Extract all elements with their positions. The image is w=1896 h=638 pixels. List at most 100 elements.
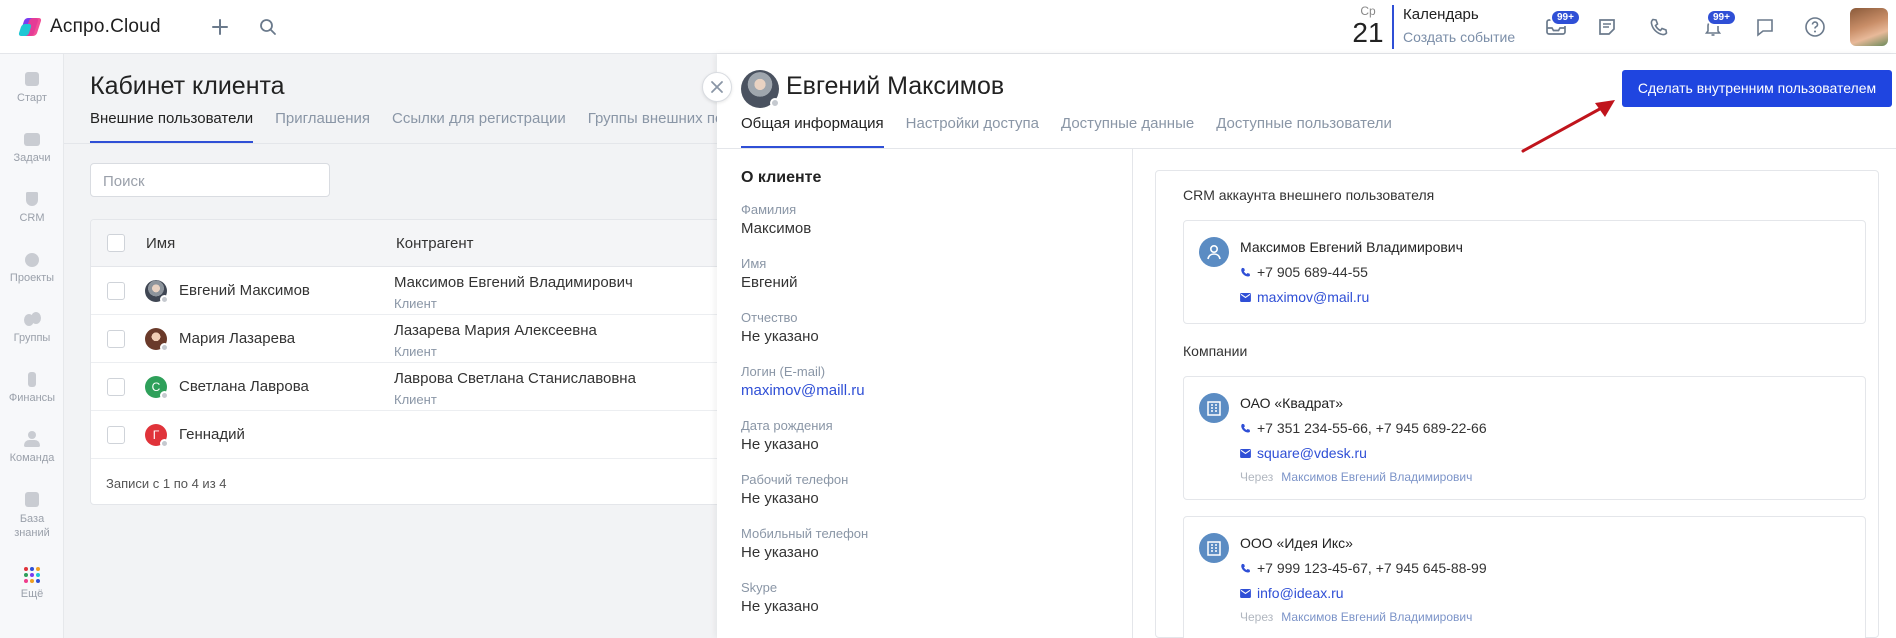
row-user-name[interactable]: Светлана Лаврова	[179, 378, 309, 395]
row-counterparty[interactable]: Лазарева Мария Алексеевна	[394, 322, 597, 339]
tab-external-groups[interactable]: Группы внешних по	[588, 110, 724, 143]
row-counterparty[interactable]: Максимов Евгений Владимирович	[394, 274, 633, 291]
via-label: Через	[1240, 470, 1274, 484]
phone-icon	[1650, 18, 1668, 36]
phone-icon	[1241, 563, 1250, 572]
login-email-link[interactable]: maximov@maill.ru	[741, 382, 865, 399]
building-icon	[1199, 393, 1229, 423]
sidebar-item-crm[interactable]: CRM	[0, 190, 64, 224]
row-checkbox[interactable]	[107, 378, 125, 396]
date-day: 21	[1352, 17, 1384, 48]
chat-button[interactable]	[1752, 15, 1778, 39]
row-user-name[interactable]: Евгений Максимов	[179, 282, 310, 299]
tab-access-settings[interactable]: Настройки доступа	[906, 115, 1039, 148]
company-phone[interactable]: +7 999 123-45-67, +7 945 645-88-99	[1240, 560, 1487, 576]
avatar: Г	[145, 424, 169, 448]
company-email[interactable]: square@vdesk.ru	[1240, 445, 1367, 461]
top-bar: Аспро.Cloud Ср 21 Календарь Создать собы…	[0, 0, 1896, 54]
app-logo[interactable]: Аспро.Cloud	[18, 15, 161, 39]
tab-general-info[interactable]: Общая информация	[741, 115, 884, 148]
field-label: Рабочий телефон	[741, 472, 849, 487]
select-all-checkbox[interactable]	[107, 234, 125, 252]
sidebar-item-label: Задачи	[13, 152, 51, 164]
create-event-link[interactable]: Создать событие	[1403, 29, 1515, 45]
avatar: С	[145, 376, 169, 400]
contact-phone-value: +7 905 689-44-55	[1257, 264, 1368, 280]
search-button[interactable]	[256, 15, 280, 39]
company-name[interactable]: ОАО «Квадрат»	[1240, 395, 1343, 411]
via-contact-link[interactable]: Максимов Евгений Владимирович	[1281, 610, 1472, 624]
phone-button[interactable]	[1646, 15, 1672, 39]
contact-email-value: maximov@mail.ru	[1257, 289, 1370, 305]
sidebar-item-label: Проекты	[9, 272, 55, 284]
sidebar-item-start[interactable]: Старт	[0, 70, 64, 104]
avatar	[145, 280, 169, 304]
row-role: Клиент	[394, 296, 437, 311]
company-email[interactable]: info@ideax.ru	[1240, 585, 1344, 601]
date-widget[interactable]: Ср 21	[1348, 4, 1388, 48]
column-divider	[1132, 148, 1133, 638]
row-checkbox[interactable]	[107, 282, 125, 300]
sidebar-item-team[interactable]: Команда	[0, 430, 64, 464]
contact-name[interactable]: Максимов Евгений Владимирович	[1240, 239, 1463, 255]
notes-icon	[1599, 19, 1615, 35]
close-panel-button[interactable]	[702, 72, 732, 102]
knowledge-icon	[22, 490, 42, 508]
sidebar-item-tasks[interactable]: Задачи	[0, 130, 64, 164]
plus-icon	[212, 19, 228, 35]
page-tabs: Внешние пользователи Приглашения Ссылки …	[90, 110, 723, 144]
calendar-link[interactable]: Календарь	[1403, 6, 1479, 23]
row-checkbox[interactable]	[107, 330, 125, 348]
field-value: Не указано	[741, 490, 819, 507]
table-row[interactable]: Г Геннадий	[91, 411, 729, 459]
mail-icon	[1240, 292, 1251, 302]
sidebar-item-knowledge[interactable]: База знаний	[0, 490, 64, 540]
mail-icon	[1240, 448, 1251, 458]
table-row[interactable]: Мария Лазарева Лазарева Мария Алексеевна…	[91, 315, 729, 363]
row-user-name[interactable]: Геннадий	[179, 426, 245, 443]
table-footer: Записи с 1 по 4 из 4	[106, 476, 227, 491]
tab-external-users[interactable]: Внешние пользователи	[90, 110, 254, 143]
make-internal-user-button[interactable]: Сделать внутренним пользователем	[1622, 70, 1892, 107]
field-label: Skype	[741, 580, 778, 595]
logo-mark-icon	[18, 15, 42, 39]
company-phone[interactable]: +7 351 234-55-66, +7 945 689-22-66	[1240, 420, 1487, 436]
contact-email[interactable]: maximov@mail.ru	[1240, 289, 1369, 305]
sidebar-item-label: Ещё	[20, 588, 44, 600]
help-icon	[1805, 17, 1825, 37]
annotation-arrow-icon	[1521, 100, 1615, 153]
date-weekday: Ср	[1360, 4, 1376, 18]
notifications-badge: 99+	[1706, 9, 1737, 26]
search-input[interactable]: Поиск	[90, 163, 330, 197]
table-row[interactable]: Евгений Максимов Максимов Евгений Владим…	[91, 267, 729, 315]
person-icon	[1199, 237, 1229, 267]
user-avatar[interactable]	[1850, 8, 1888, 46]
tab-invitations[interactable]: Приглашения	[275, 110, 370, 143]
company-name[interactable]: ООО «Идея Икс»	[1240, 535, 1353, 551]
contact-phone[interactable]: +7 905 689-44-55	[1240, 264, 1368, 280]
via-contact-link[interactable]: Максимов Евгений Владимирович	[1281, 470, 1472, 484]
row-checkbox[interactable]	[107, 426, 125, 444]
help-button[interactable]	[1802, 15, 1828, 39]
table-row[interactable]: С Светлана Лаврова Лаврова Светлана Стан…	[91, 363, 729, 411]
home-icon	[22, 70, 42, 88]
field-label: Дата рождения	[741, 418, 833, 433]
notes-button[interactable]	[1594, 15, 1620, 39]
companies-title: Компании	[1183, 343, 1248, 359]
column-counterparty[interactable]: Контрагент	[396, 235, 474, 252]
sidebar-item-groups[interactable]: Группы	[0, 310, 64, 344]
tab-available-data[interactable]: Доступные данные	[1061, 115, 1194, 148]
row-counterparty[interactable]: Лаврова Светлана Станиславовна	[394, 370, 636, 387]
sidebar-item-projects[interactable]: Проекты	[0, 250, 64, 284]
sidebar-item-more[interactable]: Ещё	[0, 566, 64, 600]
company-card: ОАО «Квадрат» +7 351 234-55-66, +7 945 6…	[1183, 376, 1866, 500]
tab-registration-links[interactable]: Ссылки для регистрации	[392, 110, 566, 143]
column-name[interactable]: Имя	[146, 235, 175, 252]
sidebar-item-finance[interactable]: Финансы	[0, 370, 64, 404]
row-user-name[interactable]: Мария Лазарева	[179, 330, 295, 347]
field-label: Логин (E-mail)	[741, 364, 826, 379]
tab-available-users[interactable]: Доступные пользователи	[1216, 115, 1392, 148]
add-button[interactable]	[208, 15, 232, 39]
team-icon	[22, 430, 42, 448]
field-value: Максимов	[741, 220, 812, 237]
